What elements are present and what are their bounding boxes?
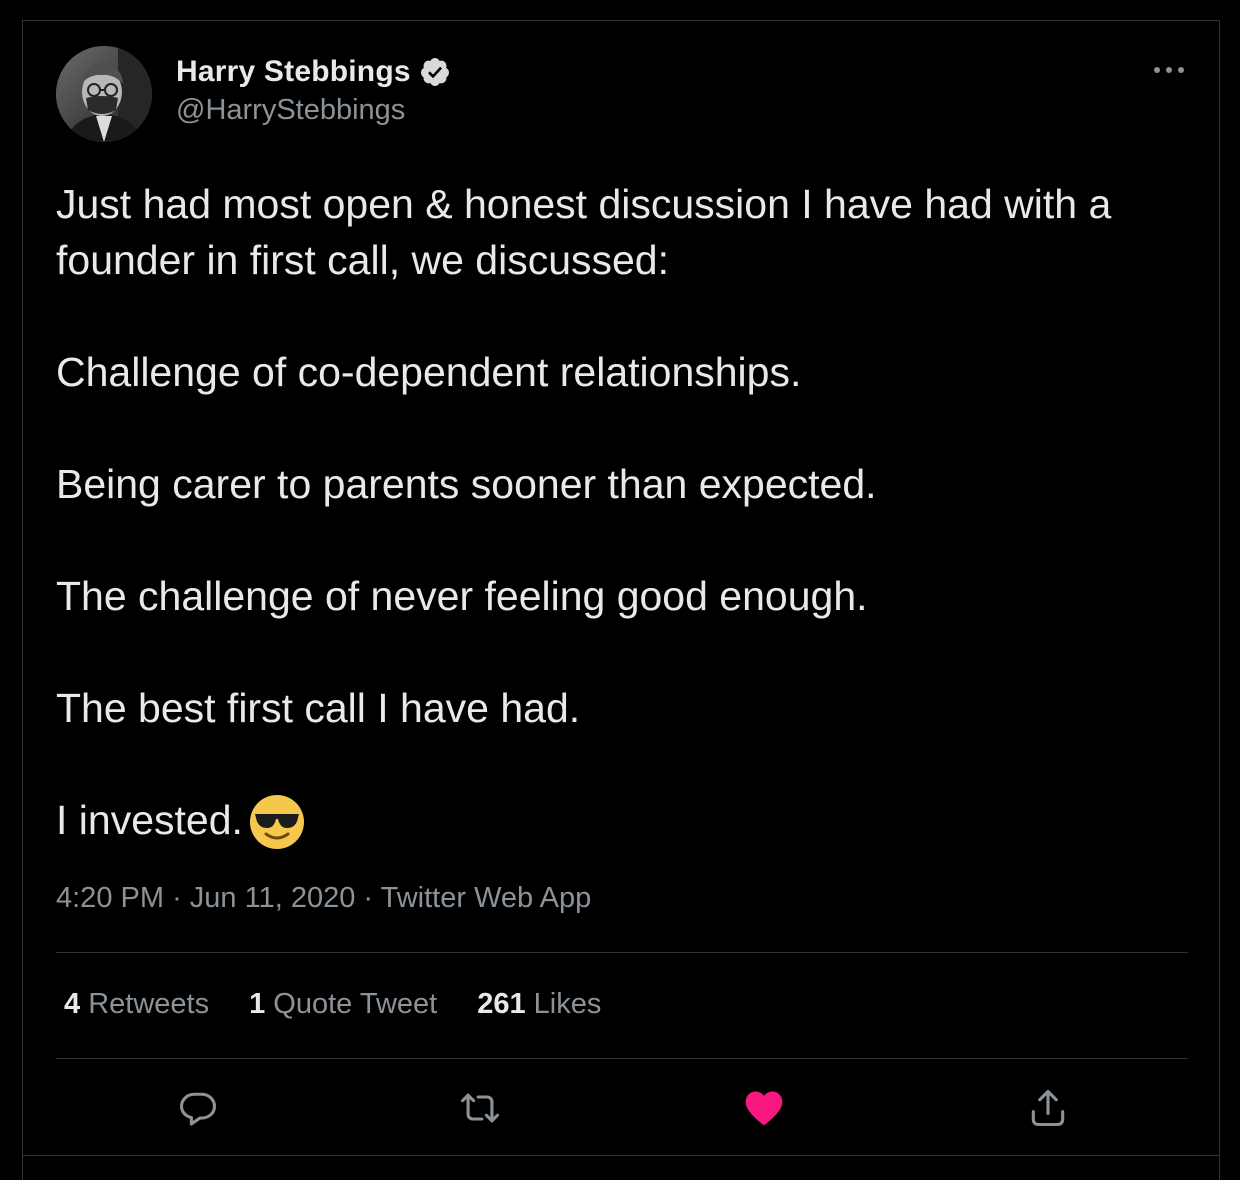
retweets-count: 4	[64, 988, 81, 1020]
retweet-icon[interactable]	[458, 1086, 502, 1130]
likes-count: 261	[477, 988, 526, 1020]
more-options-icon[interactable]	[1150, 58, 1190, 82]
likes-label: Likes	[533, 988, 602, 1020]
frame-bottom-border	[22, 1155, 1220, 1156]
tweet-time[interactable]: 4:20 PM	[56, 882, 164, 914]
quotes-count: 1	[249, 988, 266, 1020]
verified-badge-icon	[419, 56, 451, 88]
tweet-paragraph: Being carer to parents sooner than expec…	[56, 461, 877, 507]
tweet-text: Just had most open & honest discussion I…	[56, 176, 1196, 850]
sunglasses-emoji-icon	[249, 794, 305, 850]
quotes-label: Quote Tweet	[273, 988, 438, 1020]
avatar-photo	[56, 46, 152, 142]
tweet-last-paragraph: I invested.	[56, 792, 1196, 850]
reply-icon[interactable]	[176, 1086, 220, 1130]
tweet-stats: 4 Retweets 1 Quote Tweet 261 Likes	[64, 988, 641, 1021]
retweets-label: Retweets	[88, 988, 210, 1020]
tweet-date[interactable]: Jun 11, 2020	[190, 882, 356, 914]
like-icon[interactable]	[742, 1086, 786, 1130]
author-handle[interactable]: @HarryStebbings	[176, 94, 405, 127]
tweet-meta: 4:20 PM · Jun 11, 2020 · Twitter Web App	[56, 882, 591, 915]
tweet-source[interactable]: Twitter Web App	[381, 882, 592, 914]
author-name-row[interactable]: Harry Stebbings	[176, 52, 451, 92]
tweet-paragraph: Challenge of co-dependent relationships.	[56, 349, 802, 395]
meta-separator: ·	[363, 882, 374, 914]
meta-separator: ·	[172, 882, 182, 914]
retweets-stat[interactable]: 4 Retweets	[64, 988, 209, 1021]
tweet-paragraph: I invested.	[56, 797, 243, 843]
likes-stat[interactable]: 261 Likes	[477, 988, 601, 1021]
avatar[interactable]	[56, 46, 152, 142]
share-icon[interactable]	[1026, 1086, 1070, 1130]
tweet-paragraph: The challenge of never feeling good enou…	[56, 573, 868, 619]
tweet-paragraph: Just had most open & honest discussion I…	[56, 181, 1112, 283]
quote-tweets-stat[interactable]: 1 Quote Tweet	[249, 988, 437, 1021]
tweet-paragraph: The best first call I have had.	[56, 685, 581, 731]
divider	[56, 1058, 1188, 1059]
display-name[interactable]: Harry Stebbings	[176, 55, 411, 89]
divider	[56, 952, 1188, 953]
